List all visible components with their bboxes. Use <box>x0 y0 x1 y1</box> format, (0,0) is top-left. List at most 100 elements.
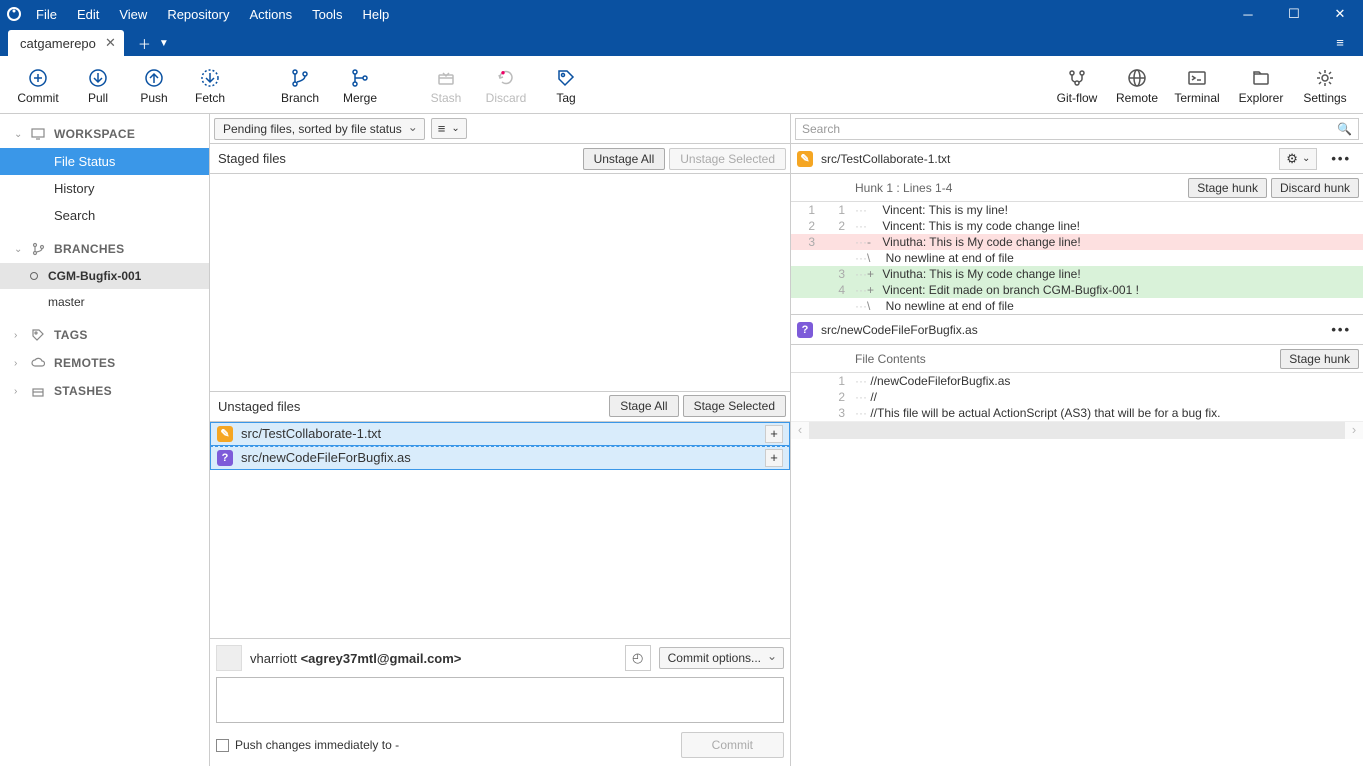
tag-button[interactable]: Tag <box>538 58 594 112</box>
stash-button[interactable]: Stash <box>418 58 474 112</box>
commit-options-dropdown[interactable]: Commit options... <box>659 647 784 669</box>
list-icon: ≡ <box>438 121 446 136</box>
unstaged-file[interactable]: ? src/newCodeFileForBugfix.as + <box>210 446 790 470</box>
hamburger-icon[interactable]: ≡ <box>1317 28 1363 56</box>
window-maximize[interactable]: ☐ <box>1271 0 1317 28</box>
menu-actions[interactable]: Actions <box>241 3 300 26</box>
unknown-icon: ? <box>797 322 813 338</box>
merge-button[interactable]: Merge <box>332 58 388 112</box>
unstaged-list: ✎ src/TestCollaborate-1.txt + ? src/newC… <box>210 422 790 639</box>
monitor-icon <box>30 127 46 141</box>
chevron-down-icon: ⌄ <box>1302 153 1310 164</box>
new-tab[interactable]: ＋▼ <box>130 30 177 56</box>
menu-edit[interactable]: Edit <box>69 3 107 26</box>
horizontal-scrollbar[interactable]: ‹› <box>791 421 1363 439</box>
push-immediately-checkbox[interactable] <box>216 739 229 752</box>
chevron-right-icon: › <box>14 330 22 341</box>
tags-section[interactable]: › TAGS <box>0 321 209 349</box>
branch-current[interactable]: CGM-Bugfix-001 <box>0 263 209 289</box>
history-icon[interactable]: ◴ <box>625 645 651 671</box>
settings-button[interactable]: Settings <box>1293 58 1357 112</box>
hunk-header: File Contents Stage hunk <box>791 345 1363 373</box>
remotes-section[interactable]: › REMOTES <box>0 349 209 377</box>
search-icon: 🔍 <box>1337 122 1352 136</box>
branch-icon <box>30 242 46 256</box>
search-input[interactable]: Search 🔍 <box>795 118 1359 140</box>
commit-submit-button[interactable]: Commit <box>681 732 784 758</box>
sidebar-item-file-status[interactable]: File Status <box>0 148 209 175</box>
menu-help[interactable]: Help <box>354 3 397 26</box>
filter-bar: Pending files, sorted by file status ≡⌄ <box>210 114 790 144</box>
push-button[interactable]: Push <box>126 58 182 112</box>
discard-hunk-button[interactable]: Discard hunk <box>1271 178 1359 198</box>
more-icon[interactable]: ••• <box>1325 151 1357 166</box>
unstaged-title: Unstaged files <box>218 399 605 414</box>
gear-icon: ⚙ <box>1286 151 1298 167</box>
main-menu: File Edit View Repository Actions Tools … <box>28 3 397 26</box>
workspace-section[interactable]: ⌄ WORKSPACE <box>0 120 209 148</box>
chevron-down-icon: ⌄ <box>14 129 22 140</box>
staged-list <box>210 174 790 392</box>
explorer-button[interactable]: Explorer <box>1229 58 1293 112</box>
app-logo <box>0 6 28 22</box>
terminal-button[interactable]: Terminal <box>1165 58 1229 112</box>
sort-dropdown[interactable]: Pending files, sorted by file status <box>214 118 425 140</box>
sidebar: ⌄ WORKSPACE File Status History Search ⌄… <box>0 114 210 766</box>
branch-master[interactable]: master <box>0 289 209 315</box>
stage-hunk-button[interactable]: Stage hunk <box>1188 178 1267 198</box>
commit-message-input[interactable] <box>216 677 784 723</box>
push-immediately-label: Push changes immediately to - <box>235 738 399 752</box>
diff-settings-button[interactable]: ⚙⌄ <box>1279 148 1317 170</box>
sidebar-item-history[interactable]: History <box>0 175 209 202</box>
stage-hunk-button[interactable]: Stage hunk <box>1280 349 1359 369</box>
menu-file[interactable]: File <box>28 3 65 26</box>
stage-selected-button[interactable]: Stage Selected <box>683 395 786 417</box>
window-close[interactable]: ✕ <box>1317 0 1363 28</box>
discard-button[interactable]: ●Discard <box>474 58 538 112</box>
fetch-button[interactable]: Fetch <box>182 58 238 112</box>
diff-body[interactable]: 11··· Vincent: This is my line!22··· Vin… <box>791 202 1363 314</box>
commit-button[interactable]: Commit <box>6 58 70 112</box>
gitflow-button[interactable]: Git-flow <box>1045 58 1109 112</box>
diff-file-path: src/newCodeFileForBugfix.as <box>821 323 1317 337</box>
diff-file-path: src/TestCollaborate-1.txt <box>821 152 1271 166</box>
view-mode-dropdown[interactable]: ≡⌄ <box>431 118 467 139</box>
chevron-down-icon: ⌄ <box>451 123 459 134</box>
unstaged-header: Unstaged files Stage All Stage Selected <box>210 392 790 422</box>
toolbar: Commit Pull Push Fetch Branch Merge Stas… <box>0 56 1363 114</box>
remote-button[interactable]: Remote <box>1109 58 1165 112</box>
file-path: src/newCodeFileForBugfix.as <box>241 450 411 465</box>
diff-panel: Search 🔍 ✎ src/TestCollaborate-1.txt ⚙⌄ … <box>791 114 1363 766</box>
stage-all-button[interactable]: Stage All <box>609 395 678 417</box>
unknown-icon: ? <box>217 450 233 466</box>
repo-tab-label: catgamerepo <box>20 36 96 51</box>
menu-view[interactable]: View <box>111 3 155 26</box>
staged-title: Staged files <box>218 151 579 166</box>
unstaged-file[interactable]: ✎ src/TestCollaborate-1.txt + <box>210 422 790 446</box>
unstage-all-button[interactable]: Unstage All <box>583 148 666 170</box>
branches-section[interactable]: ⌄ BRANCHES <box>0 235 209 263</box>
file-path: src/TestCollaborate-1.txt <box>241 426 381 441</box>
branch-button[interactable]: Branch <box>268 58 332 112</box>
diff-body[interactable]: 1··· //newCodeFileforBugfix.as2··· //3··… <box>791 373 1363 421</box>
current-branch-indicator <box>30 272 38 280</box>
repo-tab[interactable]: catgamerepo ✕ <box>8 30 124 56</box>
close-icon[interactable]: ✕ <box>105 35 116 51</box>
unstage-selected-button[interactable]: Unstage Selected <box>669 148 786 170</box>
menu-repository[interactable]: Repository <box>159 3 237 26</box>
chevron-down-icon: ▼ <box>159 38 169 49</box>
pull-button[interactable]: Pull <box>70 58 126 112</box>
window-minimize[interactable]: ─ <box>1225 0 1271 28</box>
stashes-section[interactable]: › STASHES <box>0 377 209 405</box>
tab-bar: catgamerepo ✕ ＋▼ ≡ <box>0 28 1363 56</box>
modified-icon: ✎ <box>217 426 233 442</box>
menu-tools[interactable]: Tools <box>304 3 350 26</box>
more-icon[interactable]: ••• <box>1325 322 1357 337</box>
stage-file-button[interactable]: + <box>765 425 783 443</box>
hunk-header: Hunk 1 : Lines 1-4 Stage hunk Discard hu… <box>791 174 1363 202</box>
cloud-icon <box>30 356 46 370</box>
chevron-right-icon: › <box>14 386 22 397</box>
stage-file-button[interactable]: + <box>765 449 783 467</box>
staged-header: Staged files Unstage All Unstage Selecte… <box>210 144 790 174</box>
sidebar-item-search[interactable]: Search <box>0 202 209 229</box>
